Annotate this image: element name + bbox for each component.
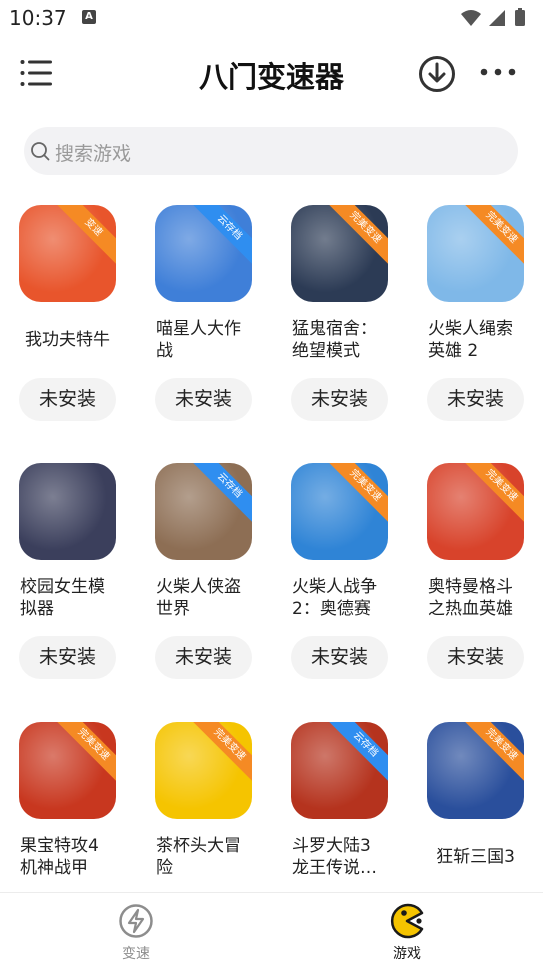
install-status-button[interactable]: 未安装 (427, 636, 524, 679)
game-ribbon-badge: 变速 (54, 205, 116, 267)
tab-games[interactable]: 游戏 (367, 893, 447, 968)
search-icon (31, 142, 50, 161)
game-card[interactable]: 云存档火柴人侠盗 世界 未安装 (136, 458, 272, 688)
install-status-button[interactable]: 未安装 (19, 378, 116, 421)
download-icon[interactable] (418, 55, 456, 93)
page-title: 八门变速器 (198, 60, 344, 94)
app-header: 八门变速器 (0, 44, 543, 104)
status-time: 10:37 (9, 6, 67, 30)
game-ribbon-badge: 完美变速 (462, 463, 524, 525)
game-ribbon-badge: 完美变速 (326, 463, 388, 525)
rope-hero-icon[interactable]: 完美变速 (427, 205, 524, 302)
game-name: 我功夫特牛 (25, 330, 110, 350)
stickman-crime-icon[interactable]: 云存档 (155, 463, 252, 560)
search-bar[interactable]: 搜索游戏 (24, 127, 518, 175)
install-status-button[interactable]: 未安装 (427, 378, 524, 421)
game-card[interactable]: 完美变速奥特曼格斗 之热血英雄 未安装 (408, 458, 543, 688)
game-grid: 变速 我功夫特牛 未安装 云存档 喵星人大作 战未安装 完美变速 猛鬼宿舍： 绝望模式 未安装… (0, 200, 543, 890)
battle-cats-icon[interactable]: 云存档 (155, 205, 252, 302)
ghost-dorm-icon[interactable]: 完美变速 (291, 205, 388, 302)
game-name: 茶杯头大冒 险 (156, 836, 241, 878)
install-status-button[interactable]: 未安装 (155, 636, 252, 679)
game-name: 火柴人战争 2：奥德赛 (292, 577, 377, 619)
install-status-button[interactable]: 未安装 (19, 636, 116, 679)
game-ribbon-badge: 完美变速 (326, 205, 388, 267)
status-bar: 10:37 A (0, 0, 543, 36)
tab-speed[interactable]: 变速 (96, 893, 176, 968)
speed-icon (119, 904, 153, 938)
game-ribbon-badge: 完美变速 (54, 722, 116, 784)
game-ribbon-badge: 云存档 (326, 722, 388, 784)
game-ribbon-badge: 云存档 (190, 205, 252, 267)
system-status-icons (461, 8, 525, 26)
search-placeholder: 搜索游戏 (55, 143, 132, 165)
ultraman-icon[interactable]: 完美变速 (427, 463, 524, 560)
game-ribbon-badge: 完美变速 (462, 205, 524, 267)
game-name: 校园女生模 拟器 (20, 577, 105, 619)
three-kingdoms-icon[interactable]: 完美变速 (427, 722, 524, 819)
tab-speed-label: 变速 (122, 946, 150, 962)
game-ribbon-badge: 完美变速 (190, 722, 252, 784)
pacman-icon (390, 903, 424, 939)
game-name: 果宝特攻4 机神战甲 (20, 836, 99, 878)
bottom-tab-bar: 变速 游戏 (0, 892, 543, 967)
install-status-button[interactable]: 未安装 (155, 378, 252, 421)
game-name: 火柴人侠盗 世界 (156, 577, 241, 619)
game-card[interactable]: 完美变速猛鬼宿舍： 绝望模式 未安装 (272, 200, 408, 430)
game-name: 火柴人绳索 英雄 2 (428, 319, 513, 361)
game-card[interactable]: 云存档喵星人大作 战未安装 (136, 200, 272, 430)
game-name: 奥特曼格斗 之热血英雄 (428, 577, 513, 619)
school-girl-icon[interactable] (19, 463, 116, 560)
game-name: 猛鬼宿舍： 绝望模式 (292, 319, 377, 361)
game-ribbon-badge: 云存档 (190, 463, 252, 525)
stick-war-icon[interactable]: 完美变速 (291, 463, 388, 560)
fruit-robot-icon[interactable]: 完美变速 (19, 722, 116, 819)
notification-a-icon: A (82, 10, 96, 24)
cuphead-icon[interactable]: 完美变速 (155, 722, 252, 819)
game-name: 狂斩三国3 (436, 847, 515, 867)
douluo-icon[interactable]: 云存档 (291, 722, 388, 819)
kungfu-icon[interactable]: 变速 (19, 205, 116, 302)
game-card[interactable]: 变速我功夫特牛未安装 (0, 200, 136, 430)
game-card[interactable]: 校园女生模 拟器 未安装 (0, 458, 136, 688)
tab-games-label: 游戏 (393, 946, 421, 962)
game-card[interactable]: 完美变速火柴人战争 2：奥德赛 未安装 (272, 458, 408, 688)
game-name: 斗罗大陆3 龙王传说… (292, 836, 377, 878)
game-ribbon-badge: 完美变速 (462, 722, 524, 784)
game-card[interactable]: 完美变速火柴人绳索 英雄 2 未安装 (408, 200, 543, 430)
game-name: 喵星人大作 战 (156, 319, 241, 361)
more-icon[interactable] (480, 64, 516, 80)
install-status-button[interactable]: 未安装 (291, 636, 388, 679)
install-status-button[interactable]: 未安装 (291, 378, 388, 421)
